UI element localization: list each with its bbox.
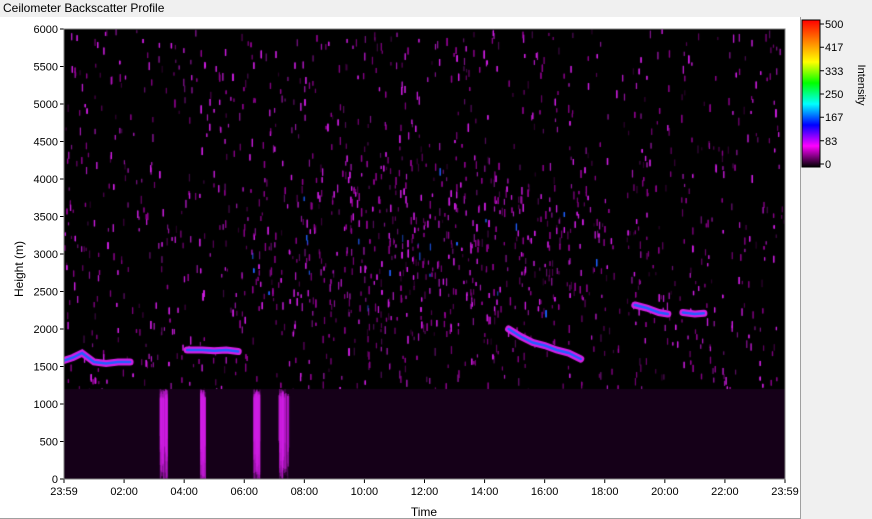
x-tick-label: 12:00 (411, 486, 439, 498)
y-axis-label: Height (m) (12, 241, 26, 297)
y-axis: 0 500 1000 1500 2000 2500 3000 3500 4000 4500 5000… (34, 24, 64, 486)
y-tick-label: 0 (52, 474, 58, 486)
y-tick-label: 4500 (34, 137, 58, 149)
x-tick-label: 10:00 (351, 486, 379, 498)
colorbar-ticks: 500 417 333 250 167 83 0 (820, 19, 843, 171)
y-tick-label: 5500 (34, 62, 58, 74)
y-tick-label: 500 (40, 437, 58, 449)
x-axis: 23:59 02:00 04:00 06:00 08:00 10:00 12:00 14:00… (50, 479, 799, 498)
x-tick-label: 20:00 (651, 486, 679, 498)
x-tick-label: 04:00 (170, 486, 198, 498)
colorbar-tick-label: 417 (825, 42, 843, 54)
x-axis-label: Time (411, 505, 438, 518)
colorbar-tick-label: 83 (825, 136, 837, 148)
x-tick-label: 22:00 (711, 486, 739, 498)
y-tick-label: 3500 (34, 212, 58, 224)
y-tick-label: 2000 (34, 324, 58, 336)
colorbar-tick-label: 333 (825, 66, 843, 78)
y-tick-label: 2500 (34, 287, 58, 299)
colorbar-tick-label: 0 (825, 159, 831, 171)
x-tick-label: 23:59 (50, 486, 78, 498)
y-tick-label: 3000 (34, 249, 58, 261)
x-tick-label: 14:00 (471, 486, 499, 498)
colorbar-tick-label: 250 (825, 89, 843, 101)
y-tick-label: 6000 (34, 24, 58, 36)
x-tick-label: 16:00 (531, 486, 559, 498)
x-tick-label: 02:00 (110, 486, 138, 498)
colorbar-label: Intensity (855, 65, 867, 106)
y-tick-label: 1500 (34, 362, 58, 374)
plot-border (63, 28, 786, 480)
colorbar-gradient (801, 19, 821, 168)
window-title: Ceilometer Backscatter Profile (3, 1, 165, 15)
y-tick-label: 1000 (34, 399, 58, 411)
x-tick-label: 06:00 (230, 486, 258, 498)
x-tick-label: 08:00 (291, 486, 319, 498)
chart-axes: 23:59 02:00 04:00 06:00 08:00 10:00 12:00 14:00… (12, 24, 799, 518)
colorbar-tick-label: 500 (825, 19, 843, 31)
colorbar-legend: 500 417 333 250 167 83 0 Intensity (801, 19, 867, 171)
x-tick-label: 23:59 (771, 486, 799, 498)
colorbar-tick-label: 167 (825, 112, 843, 124)
y-tick-label: 4000 (34, 174, 58, 186)
chart-panel: 23:59 02:00 04:00 06:00 08:00 10:00 12:00 14:00… (0, 17, 801, 519)
y-tick-label: 5000 (34, 99, 58, 111)
x-tick-label: 18:00 (591, 486, 619, 498)
